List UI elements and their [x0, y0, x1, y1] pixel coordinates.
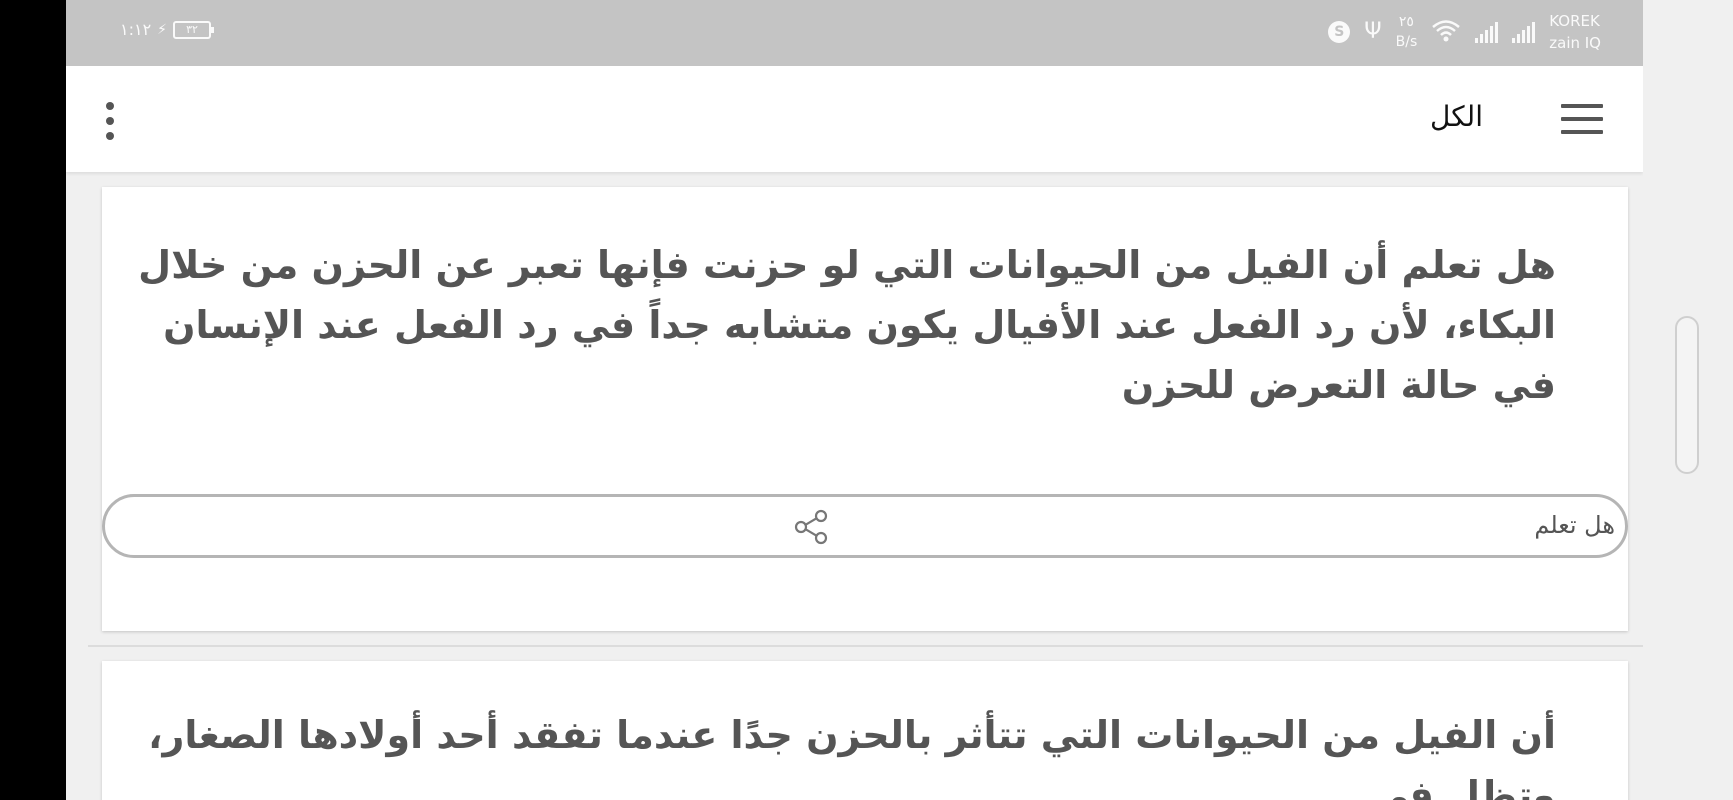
- skype-icon: S: [1328, 21, 1351, 43]
- status-bar: ١:١٢ ⚡ ٣٢ S Ψ ٢٥ B/s KOREK zain IQ: [66, 0, 1643, 66]
- category-label[interactable]: هل تعلم: [1534, 511, 1615, 539]
- fact-text: أن الفيل من الحيوانات التي تتأثر بالحزن …: [148, 713, 1556, 800]
- page-title: الكل: [1430, 100, 1483, 133]
- charging-icon: ⚡: [157, 21, 168, 38]
- app-bar: الكل: [66, 66, 1643, 172]
- signal-icon: [1512, 21, 1536, 43]
- fact-card: هل تعلم أن الفيل من الحيوانات التي لو حز…: [102, 187, 1628, 631]
- status-bar-right: S Ψ ٢٥ B/s KOREK zain IQ: [1328, 10, 1601, 54]
- share-icon[interactable]: [793, 509, 829, 545]
- battery-icon: ٣٢: [173, 20, 215, 39]
- carrier-names: KOREK zain IQ: [1549, 10, 1601, 54]
- network-speed: ٢٥ B/s: [1396, 12, 1418, 52]
- divider: [88, 645, 1643, 647]
- wifi-icon: [1431, 18, 1461, 46]
- menu-icon[interactable]: [1561, 104, 1603, 134]
- side-rail: [1643, 0, 1733, 800]
- clock: ١:١٢: [120, 20, 152, 39]
- fact-card: أن الفيل من الحيوانات التي تتأثر بالحزن …: [102, 661, 1628, 800]
- fact-text: هل تعلم أن الفيل من الحيوانات التي لو حز…: [138, 243, 1556, 407]
- phone-screen: ١:١٢ ⚡ ٣٢ S Ψ ٢٥ B/s KOREK zain IQ الكل …: [66, 0, 1643, 800]
- status-bar-left: ١:١٢ ⚡ ٣٢: [120, 20, 215, 39]
- usb-icon: Ψ: [1364, 19, 1382, 44]
- scroll-handle[interactable]: [1675, 316, 1699, 474]
- card-footer-bar[interactable]: هل تعلم: [102, 494, 1628, 558]
- network-speed-unit: B/s: [1395, 34, 1418, 50]
- more-vert-icon[interactable]: [104, 102, 116, 140]
- signal-icon: [1475, 21, 1499, 43]
- network-speed-value: ٢٥: [1398, 14, 1414, 30]
- carrier-2: zain IQ: [1549, 34, 1601, 52]
- carrier-1: KOREK: [1549, 12, 1600, 30]
- battery-level: ٣٢: [186, 22, 198, 36]
